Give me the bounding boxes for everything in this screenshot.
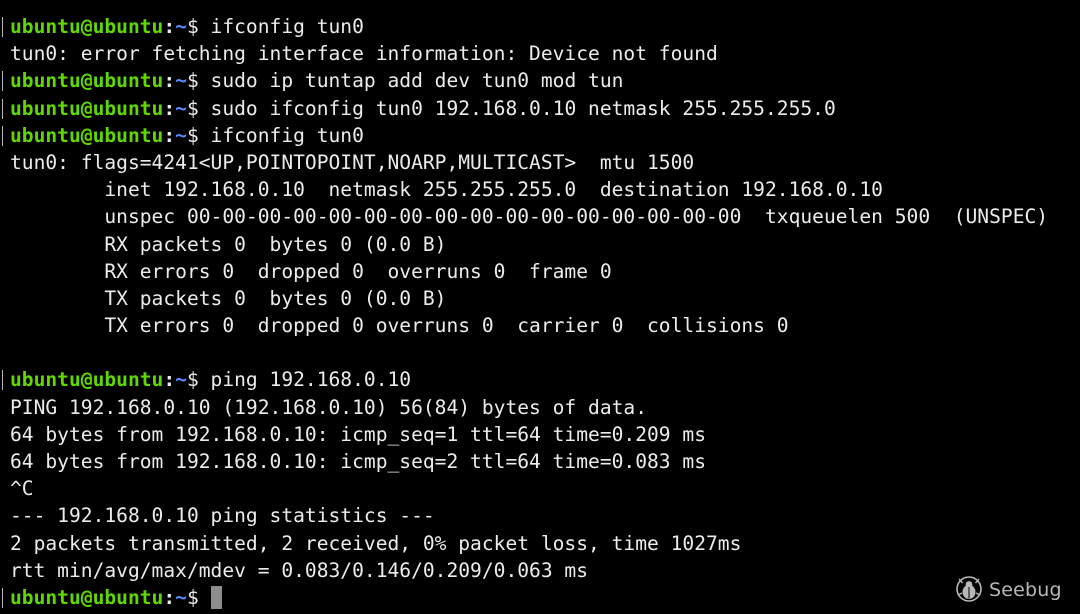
output-line: TX errors 0 dropped 0 overruns 0 carrier… xyxy=(10,314,789,338)
command-text: ifconfig tun0 xyxy=(210,15,364,38)
prompt-user: ubuntu@ubuntu xyxy=(10,96,164,120)
prompt-marker xyxy=(2,370,3,391)
output-line: 64 bytes from 192.168.0.10: icmp_seq=2 t… xyxy=(10,450,706,473)
prompt-user: ubuntu@ubuntu xyxy=(10,69,164,93)
command-text: ping 192.168.0.10 xyxy=(210,368,412,392)
output-line: ^C xyxy=(10,477,34,501)
command-text: sudo ip tuntap add dev tun0 mod tun xyxy=(210,69,624,93)
seebug-logo-icon xyxy=(956,576,982,602)
prompt-symbol: $ xyxy=(186,368,199,392)
prompt-path: ~ xyxy=(175,96,187,120)
prompt-separator: : xyxy=(163,15,176,38)
prompt-marker xyxy=(2,98,3,119)
prompt-path: ~ xyxy=(175,368,187,392)
prompt-line: ubuntu@ubuntu:~$ ifconfig tun0 xyxy=(2,122,1076,149)
prompt-line: ubuntu@ubuntu:~$ ifconfig tun0 xyxy=(2,13,1076,40)
watermark-label: Seebug xyxy=(989,579,1062,601)
prompt-separator: : xyxy=(163,368,176,392)
prompt-symbol: $ xyxy=(186,69,199,93)
output-line: unspec 00-00-00-00-00-00-00-00-00-00-00-… xyxy=(10,205,1049,229)
output-line: 2 packets transmitted, 2 received, 0% pa… xyxy=(10,531,742,555)
prompt-user: ubuntu@ubuntu xyxy=(10,15,164,38)
prompt-line: ubuntu@ubuntu:~$ xyxy=(2,584,1076,611)
prompt-separator: : xyxy=(163,123,176,147)
output-line: inet 192.168.0.10 netmask 255.255.255.0 … xyxy=(10,178,883,202)
prompt-marker xyxy=(2,125,3,146)
command-text: sudo ifconfig tun0 192.168.0.10 netmask … xyxy=(210,96,836,120)
prompt-path: ~ xyxy=(175,123,187,147)
output-line: rtt min/avg/max/mdev = 0.083/0.146/0.209… xyxy=(10,558,589,582)
output-line: RX packets 0 bytes 0 (0.0 B) xyxy=(10,232,447,256)
prompt-line: ubuntu@ubuntu:~$ sudo ip tuntap add dev … xyxy=(2,67,1076,94)
output-line: RX errors 0 dropped 0 overruns 0 frame 0 xyxy=(10,259,612,283)
command-text: ifconfig tun0 xyxy=(210,123,364,147)
prompt-separator: : xyxy=(163,96,176,120)
prompt-path: ~ xyxy=(175,585,187,609)
terminal-cursor[interactable] xyxy=(210,585,222,609)
output-line: PING 192.168.0.10 (192.168.0.10) 56(84) … xyxy=(10,395,648,419)
terminal-output: ubuntu@ubuntu:~$ ifconfig tun0 tun0: erro… xyxy=(2,13,1076,611)
terminal-window[interactable]: ubuntu@ubuntu:~$ ifconfig tun0 tun0: erro… xyxy=(0,0,1080,614)
prompt-line: ubuntu@ubuntu:~$ sudo ifconfig tun0 192.… xyxy=(2,95,1076,122)
prompt-line: ubuntu@ubuntu:~$ ping 192.168.0.10 xyxy=(2,366,1076,393)
prompt-symbol: $ xyxy=(186,585,199,609)
prompt-user: ubuntu@ubuntu xyxy=(10,585,164,609)
output-line: TX packets 0 bytes 0 (0.0 B) xyxy=(10,286,447,310)
prompt-user: ubuntu@ubuntu xyxy=(10,368,164,392)
prompt-path: ~ xyxy=(175,15,187,38)
prompt-symbol: $ xyxy=(186,15,199,38)
prompt-symbol: $ xyxy=(186,123,199,147)
prompt-marker xyxy=(2,71,3,92)
output-line: 64 bytes from 192.168.0.10: icmp_seq=1 t… xyxy=(10,422,706,446)
output-line: tun0: error fetching interface informati… xyxy=(10,42,718,66)
output-line: --- 192.168.0.10 ping statistics --- xyxy=(10,504,435,528)
prompt-separator: : xyxy=(163,585,176,609)
prompt-path: ~ xyxy=(175,69,187,93)
prompt-separator: : xyxy=(163,69,176,93)
prompt-marker xyxy=(2,17,3,37)
seebug-watermark: Seebug xyxy=(954,573,1062,607)
prompt-user: ubuntu@ubuntu xyxy=(10,123,164,147)
output-line: tun0: flags=4241<UP,POINTOPOINT,NOARP,MU… xyxy=(10,150,695,174)
prompt-symbol: $ xyxy=(186,96,199,120)
prompt-marker xyxy=(2,587,3,608)
